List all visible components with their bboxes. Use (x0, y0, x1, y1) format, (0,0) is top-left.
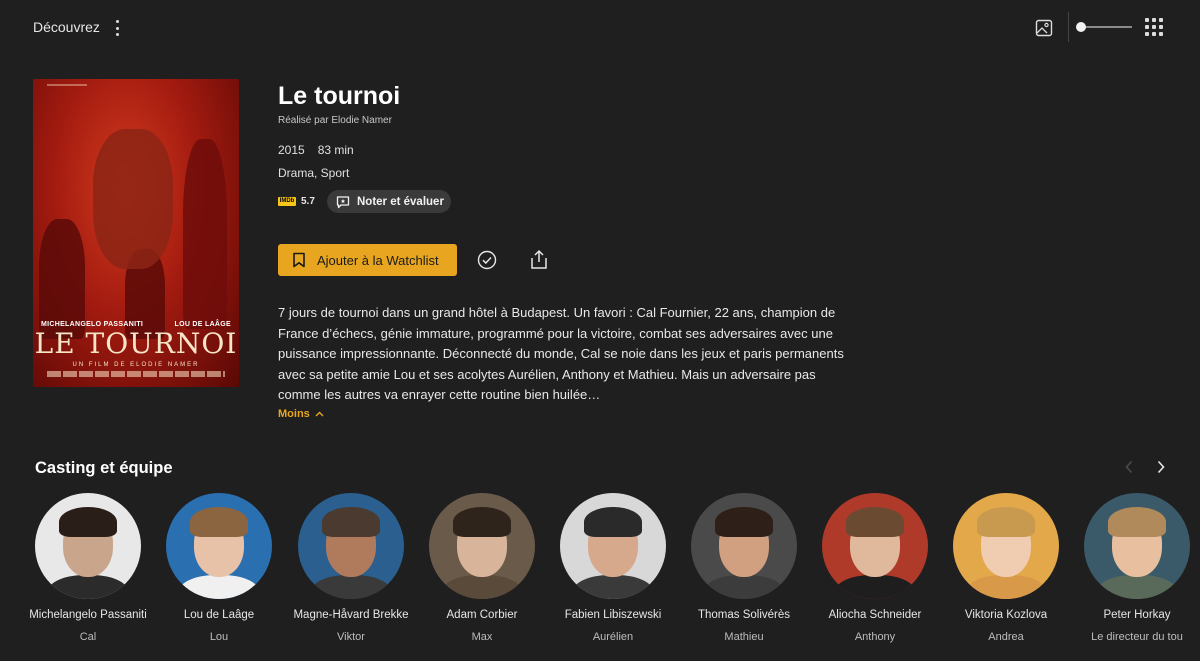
cast-member-photo (560, 493, 666, 599)
cast-member-photo (35, 493, 141, 599)
cast-member-photo (822, 493, 928, 599)
movie-director: Réalisé par Elodie Namer (278, 115, 392, 126)
photo-hair-shape (977, 507, 1035, 537)
photo-hair-shape (715, 507, 773, 537)
poster-chess-piece (183, 139, 227, 329)
rating-comment-icon (336, 195, 350, 208)
cast-member-name: Viktoria Kozlova (964, 609, 1048, 621)
cast-member-card[interactable]: Aliocha Schneider Anthony (809, 493, 941, 643)
cast-section-title: Casting et équipe (35, 459, 173, 477)
cast-member-photo (1084, 493, 1190, 599)
cast-member-name: Michelangelo Passaniti (29, 609, 147, 621)
cast-member-name: Peter Horkay (1103, 609, 1171, 621)
photo-body-shape (47, 575, 129, 599)
chevron-up-icon (315, 411, 324, 417)
cast-member-name: Thomas Solivérès (697, 609, 791, 621)
more-options-icon[interactable] (111, 19, 123, 37)
add-to-watchlist-button[interactable]: Ajouter à la Watchlist (278, 244, 457, 276)
movie-year: 2015 (278, 143, 305, 157)
movie-synopsis: 7 jours de tournoi dans un grand hôtel à… (278, 305, 844, 403)
cast-member-name: Adam Corbier (446, 609, 518, 621)
cast-member-card[interactable]: Viktoria Kozlova Andrea (940, 493, 1072, 643)
image-view-icon[interactable] (1035, 19, 1053, 37)
cast-member-name: Fabien Libiszewski (564, 609, 662, 621)
photo-body-shape (834, 575, 916, 599)
cast-member-card[interactable]: Fabien Libiszewski Aurélien (547, 493, 679, 643)
zoom-slider-thumb[interactable] (1076, 22, 1086, 32)
zoom-slider-track (1080, 26, 1132, 28)
chevron-left-icon[interactable] (1124, 459, 1134, 475)
cast-member-photo (953, 493, 1059, 599)
photo-body-shape (310, 575, 392, 599)
photo-body-shape (572, 575, 654, 599)
cast-member-photo (298, 493, 404, 599)
imdb-score: 5.7 (301, 196, 315, 207)
cast-member-role: Andrea (988, 631, 1024, 643)
cast-member-role: Mathieu (724, 631, 764, 643)
chevron-right-icon[interactable] (1156, 459, 1166, 475)
show-less-label: Moins (278, 408, 310, 420)
grid-view-icon[interactable] (1145, 18, 1163, 36)
movie-meta: 2015 83 min (278, 143, 354, 157)
photo-hair-shape (453, 507, 511, 537)
photo-hair-shape (846, 507, 904, 537)
cast-member-card[interactable]: Lou de Laâge Lou (153, 493, 285, 643)
poster-couple-figure (93, 129, 173, 269)
movie-duration: 83 min (317, 143, 354, 157)
poster-subtitle: UN FILM DE ELODIE NAMER (72, 362, 200, 368)
photo-body-shape (965, 575, 1047, 599)
photo-hair-shape (1108, 507, 1166, 537)
imdb-logo: IMDb (278, 197, 296, 206)
cast-member-photo (691, 493, 797, 599)
imdb-rating: IMDb 5.7 (278, 196, 315, 207)
discover-nav-label[interactable]: Découvrez (33, 19, 100, 35)
show-less-toggle[interactable]: Moins (278, 408, 324, 420)
photo-body-shape (1096, 575, 1178, 599)
photo-body-shape (703, 575, 785, 599)
cast-member-card[interactable]: Thomas Solivérès Mathieu (678, 493, 810, 643)
share-icon[interactable] (529, 249, 549, 270)
movie-poster: MICHELANGELO PASSANITI LOU DE LAÂGE LE T… (33, 79, 239, 387)
poster-top-credit (47, 84, 87, 86)
cast-member-photo (166, 493, 272, 599)
toolbar-divider (1068, 12, 1069, 42)
cast-member-role: Le directeur du tou (1091, 631, 1183, 643)
photo-hair-shape (59, 507, 117, 537)
cast-member-card[interactable]: Michelangelo Passaniti Cal (22, 493, 154, 643)
cast-member-name: Magne-Håvard Brekke (293, 609, 409, 621)
bookmark-icon (293, 252, 305, 268)
photo-body-shape (178, 575, 260, 599)
cast-member-role: Viktor (337, 631, 365, 643)
rate-button-label: Noter et évaluer (357, 195, 444, 208)
zoom-slider[interactable] (1076, 20, 1132, 34)
photo-body-shape (441, 575, 523, 599)
cast-member-name: Aliocha Schneider (828, 609, 922, 621)
rate-button[interactable]: Noter et évaluer (327, 190, 451, 213)
photo-hair-shape (584, 507, 642, 537)
mark-watched-check-icon[interactable] (477, 250, 497, 270)
cast-member-card[interactable]: Peter Horkay Le directeur du tou (1071, 493, 1200, 643)
cast-member-role: Max (471, 631, 493, 643)
top-bar: Découvrez (0, 0, 1200, 56)
movie-genres: Drama, Sport (278, 166, 350, 180)
cast-member-card[interactable]: Magne-Håvard Brekke Viktor (285, 493, 417, 643)
cast-member-role: Aurélien (592, 631, 634, 643)
movie-title: Le tournoi (278, 82, 401, 110)
cast-member-card[interactable]: Adam Corbier Max (416, 493, 548, 643)
cast-member-role: Lou (209, 631, 229, 643)
watchlist-button-label: Ajouter à la Watchlist (317, 252, 439, 268)
poster-credits-block (47, 371, 225, 377)
photo-hair-shape (190, 507, 248, 537)
poster-title: LE TOURNOI (34, 327, 238, 360)
cast-list: Michelangelo Passaniti Cal Lou de Laâge Lou… (0, 493, 1200, 661)
cast-member-role: Anthony (854, 631, 896, 643)
cast-member-role: Cal (79, 631, 97, 643)
cast-member-name: Lou de Laâge (183, 609, 255, 621)
cast-member-photo (429, 493, 535, 599)
photo-hair-shape (322, 507, 380, 537)
